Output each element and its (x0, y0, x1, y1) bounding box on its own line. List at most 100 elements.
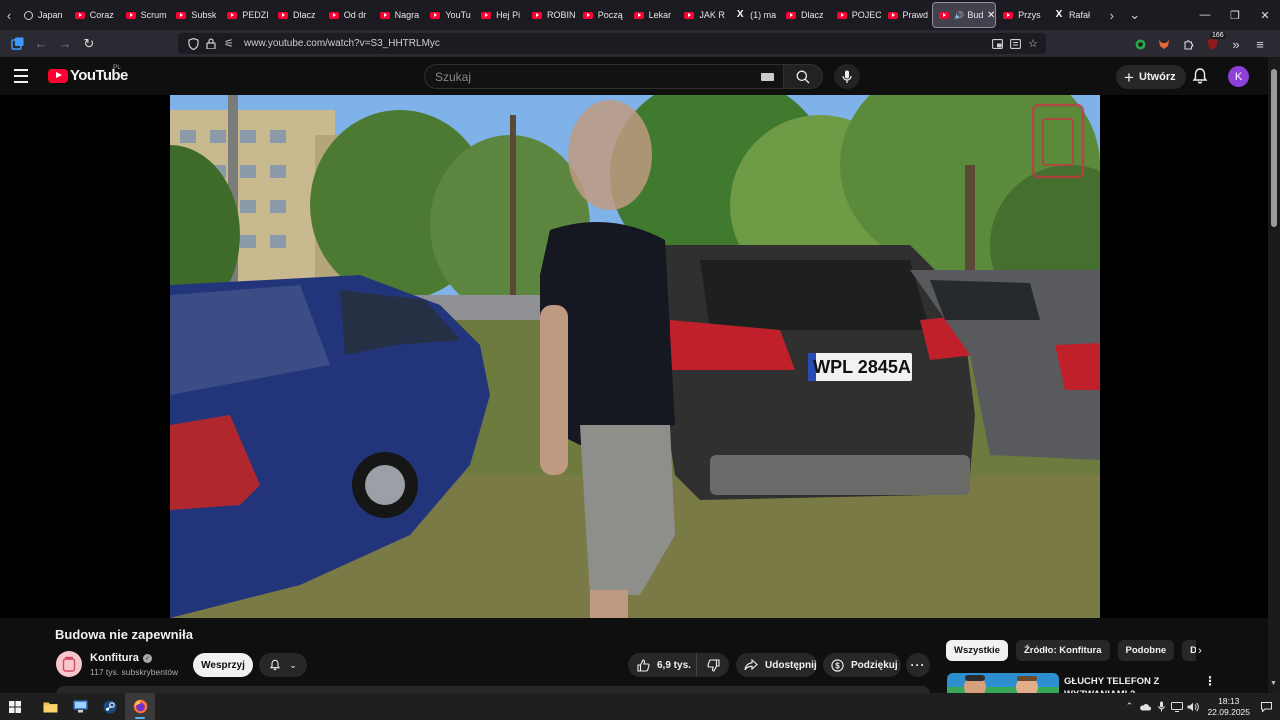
fox-extension-icon[interactable] (1152, 32, 1176, 56)
tab-title: (1) ma (750, 10, 777, 20)
onedrive-cloud-icon[interactable] (1137, 693, 1153, 720)
browser-tab[interactable]: Dlacz (272, 2, 322, 28)
url-text[interactable]: www.youtube.com/watch?v=S3_HHTRLMyc (244, 38, 440, 49)
notification-center-icon[interactable] (1258, 693, 1274, 720)
close-tab-icon[interactable]: ✕ (987, 10, 995, 21)
back-icon[interactable]: ← (29, 32, 53, 56)
url-bar[interactable]: ⚟ www.youtube.com/watch?v=S3_HHTRLMyc ☆ (178, 33, 1046, 54)
channel-name-text[interactable]: Konfitura (90, 652, 139, 664)
scrollbar-thumb[interactable] (1271, 69, 1277, 227)
support-button[interactable]: Wesprzyj (193, 653, 253, 677)
sidebar-toggle-icon[interactable] (5, 32, 29, 56)
verified-check-icon: ✓ (142, 653, 152, 663)
browser-tab[interactable]: Dlacz (780, 2, 830, 28)
browser-tab-active[interactable]: 🔊 Bud ✕ (932, 2, 997, 28)
browser-tab[interactable]: JAK R (678, 2, 728, 28)
windows-start-icon[interactable] (0, 693, 30, 720)
browser-tab[interactable]: POJEC (831, 2, 881, 28)
tab-title: JAK R (699, 10, 725, 20)
page-scrollbar[interactable]: ▼ (1268, 57, 1280, 693)
recommendation-thumbnail[interactable] (947, 673, 1059, 695)
browser-tab[interactable]: ROBIN (526, 2, 576, 28)
like-button[interactable]: 6,9 tys. (628, 653, 697, 677)
browser-tab[interactable]: Nagra (374, 2, 424, 28)
browser-tab[interactable]: X Rafał (1048, 2, 1098, 28)
share-button[interactable]: Udostępnij (736, 653, 817, 677)
volume-icon[interactable] (1185, 693, 1201, 720)
minimize-icon[interactable]: — (1190, 0, 1220, 30)
browser-tab[interactable]: Coraz (69, 2, 119, 28)
youtube-icon (939, 11, 950, 19)
browser-menu-icon[interactable]: ≡ (1248, 32, 1272, 56)
video-frame[interactable]: WPL 2845A (170, 95, 1100, 618)
channel-avatar[interactable] (56, 651, 82, 677)
chips-next-icon[interactable]: › (1192, 642, 1208, 660)
browser-tab[interactable]: YouTu (424, 2, 474, 28)
microphone-tray-icon[interactable] (1153, 693, 1169, 720)
picture-in-picture-icon[interactable] (988, 35, 1006, 53)
channel-name[interactable]: Konfitura ✓ (90, 652, 152, 664)
tab-list-dropdown-icon[interactable]: ⌄ (1121, 0, 1149, 30)
firefox-icon[interactable] (125, 693, 155, 720)
tab-title: Scrum (140, 10, 167, 20)
browser-tab[interactable]: Przys (997, 2, 1047, 28)
youtube-icon (125, 11, 136, 19)
more-actions-button[interactable]: ··· (906, 653, 930, 677)
filter-chip[interactable]: Podobne (1117, 640, 1175, 661)
bookmark-star-icon[interactable]: ☆ (1024, 35, 1042, 53)
close-window-icon[interactable]: ✕ (1250, 0, 1280, 30)
overflow-chevrons-icon[interactable]: » (1224, 32, 1248, 56)
create-label: Utwórz (1138, 71, 1176, 83)
filter-chip[interactable]: Wszystkie (946, 640, 1008, 661)
subscription-notifications-button[interactable]: ⌄ (259, 653, 307, 677)
tabs-scroll-left-icon[interactable]: ‹ (0, 0, 18, 30)
browser-tab[interactable]: PEDZI (221, 2, 271, 28)
remote-desktop-icon[interactable] (65, 693, 95, 720)
youtube-icon (176, 11, 187, 19)
browser-tab[interactable]: Japan (18, 2, 68, 28)
youtube-icon (531, 11, 542, 19)
restore-icon[interactable]: ❐ (1220, 0, 1250, 30)
recommendation-menu-icon[interactable]: ⋮ (1204, 674, 1216, 688)
system-clock[interactable]: 18:13 22.09.2025 (1207, 696, 1250, 718)
youtube-icon (1003, 11, 1014, 19)
browser-tab[interactable]: Scrum (120, 2, 170, 28)
tabs-scroll-right-icon[interactable]: › (1103, 0, 1121, 30)
browser-tab[interactable]: Lekar (628, 2, 678, 28)
shield-icon[interactable] (184, 35, 202, 53)
lock-icon[interactable] (202, 35, 220, 53)
reader-view-icon[interactable] (1006, 35, 1024, 53)
file-explorer-icon[interactable] (35, 693, 65, 720)
permissions-icon[interactable]: ⚟ (220, 35, 238, 53)
tray-overflow-icon[interactable]: ⌃ (1121, 693, 1137, 720)
scroll-down-icon[interactable]: ▼ (1270, 680, 1277, 687)
keyboard-icon[interactable] (761, 73, 774, 81)
create-button[interactable]: + Utwórz (1116, 65, 1186, 89)
video-player[interactable]: WPL 2845A (0, 95, 1268, 618)
browser-tab[interactable]: Subsk (170, 2, 220, 28)
recommendation-title[interactable]: GŁUCHY TELEFON Z WYZWANIAMI 2 (1064, 675, 1194, 695)
voice-search-button[interactable] (834, 64, 860, 89)
search-input[interactable] (435, 69, 735, 84)
search-button[interactable] (783, 64, 823, 89)
network-icon[interactable] (1169, 693, 1185, 720)
forward-icon[interactable]: → (53, 32, 77, 56)
youtube-logo[interactable]: YouTube PL (48, 64, 128, 84)
browser-tab[interactable]: Hej Pi (475, 2, 525, 28)
thanks-button[interactable]: $ Podziękuj (823, 653, 901, 677)
vpn-extension-icon[interactable] (1128, 32, 1152, 56)
browser-tab[interactable]: X (1) ma (729, 2, 779, 28)
filter-chip[interactable]: Źródło: Konfitura (1015, 640, 1110, 661)
extensions-puzzle-icon[interactable] (1176, 32, 1200, 56)
notifications-bell-icon[interactable] (1191, 67, 1209, 85)
browser-tab[interactable]: Prawd (882, 2, 932, 28)
reload-icon[interactable]: ↻ (77, 32, 101, 56)
speaker-icon[interactable]: 🔊 (954, 11, 964, 20)
guide-menu-icon[interactable] (14, 66, 34, 86)
steam-icon[interactable] (95, 693, 125, 720)
browser-tab[interactable]: Od dr (323, 2, 373, 28)
svg-text:$: $ (835, 661, 840, 670)
dislike-button[interactable] (697, 653, 729, 677)
browser-tab[interactable]: Począ (577, 2, 627, 28)
account-avatar[interactable]: K (1228, 66, 1249, 87)
